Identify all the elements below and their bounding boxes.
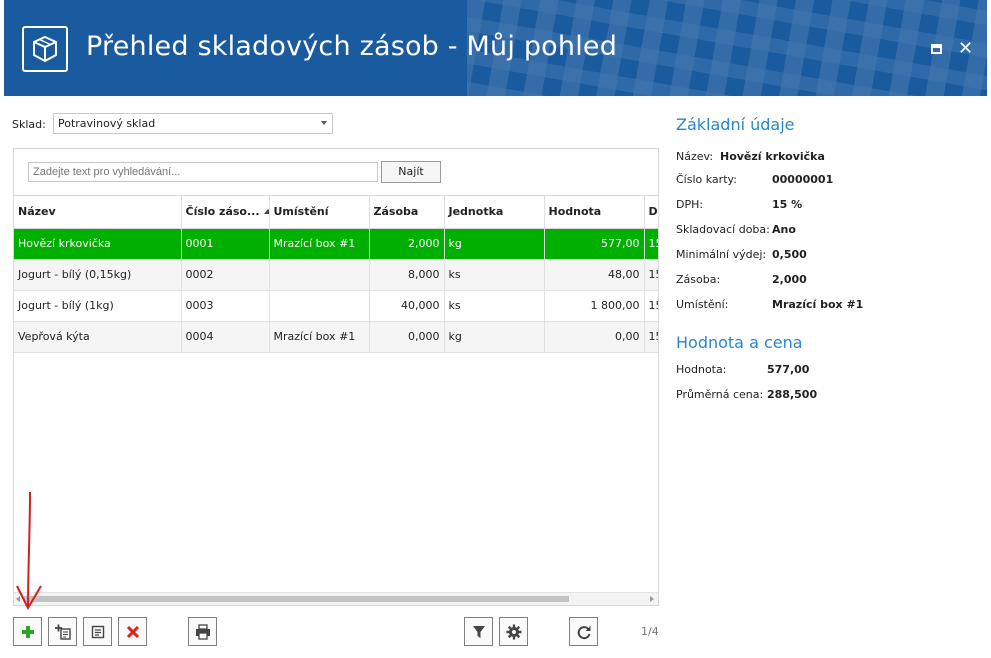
cell-zasoba: 2,000	[369, 228, 445, 260]
delete-icon	[126, 625, 139, 638]
cell-d: 15	[644, 228, 658, 260]
table-row[interactable]: Vepřová kýta 0004 Mrazící box #1 0,000 k…	[14, 321, 658, 353]
cell-jednotka: kg	[444, 321, 545, 353]
scrollbar-thumb[interactable]	[24, 596, 569, 602]
settings-icon	[506, 624, 521, 639]
pager-indicator: 1/4	[641, 625, 659, 638]
cell-d: 15	[644, 321, 658, 353]
detail-label-dph: DPH:	[676, 198, 704, 211]
stock-table: Název Číslo záso... Umístění Zásoba Jedn…	[14, 195, 658, 592]
detail-label-skladovaci-doba: Skladovací doba:	[676, 223, 770, 236]
refresh-button[interactable]	[569, 617, 598, 646]
detail-label-minimalni-vydej: Minimální výdej:	[676, 248, 767, 261]
refresh-icon	[577, 625, 590, 639]
sklad-label: Sklad:	[12, 118, 46, 131]
print-icon	[195, 623, 210, 640]
add-copy-button[interactable]	[48, 617, 77, 646]
column-header-nazev[interactable]: Název	[14, 196, 182, 229]
sklad-select[interactable]: Potravinový sklad	[53, 113, 333, 134]
cell-nazev: Hovězí krkovička	[14, 228, 182, 260]
filter-icon	[472, 625, 485, 638]
cell-umisteni: Mrazící box #1	[269, 321, 370, 353]
detail-label-cislo-karty: Číslo karty:	[676, 173, 737, 186]
grid-panel: Najít Název Číslo záso... Umístění Zásob…	[13, 148, 659, 606]
cell-d: 15	[644, 290, 658, 322]
detail-value-skladovaci-doba: Ano	[772, 223, 796, 236]
cell-umisteni: Mrazící box #1	[269, 228, 370, 260]
column-header-d[interactable]: D	[644, 196, 658, 229]
cell-nazev: Vepřová kýta	[14, 321, 182, 353]
title-bar: Přehled skladových zásob - Můj pohled ✕	[4, 0, 987, 96]
settings-button[interactable]	[499, 617, 528, 646]
cell-d: 15	[644, 259, 658, 291]
horizontal-scrollbar[interactable]	[14, 592, 658, 605]
detail-value-dph: 15 %	[772, 198, 803, 211]
detail-label-umisteni: Umístění:	[676, 298, 729, 311]
value-price-title: Hodnota a cena	[676, 333, 803, 352]
detail-value-prumerna-cena: 288,500	[767, 388, 818, 401]
search-input[interactable]	[28, 162, 378, 182]
filter-button[interactable]	[464, 617, 493, 646]
cell-zasoba: 0,000	[369, 321, 445, 353]
detail-value-nazev: Hovězí krkovička	[720, 150, 825, 163]
cell-nazev: Jogurt - bílý (0,15kg)	[14, 259, 182, 291]
cell-umisteni	[269, 290, 370, 322]
window-title: Přehled skladových zásob - Můj pohled	[86, 31, 618, 62]
cell-nazev: Jogurt - bílý (1kg)	[14, 290, 182, 322]
cell-cislo: 0002	[181, 259, 270, 291]
sklad-select-value: Potravinový sklad	[58, 117, 156, 130]
annotation-arrow-icon	[16, 491, 42, 611]
cell-hodnota: 1 800,00	[544, 290, 645, 322]
detail-value-minimalni-vydej: 0,500	[772, 248, 807, 261]
detail-value-zasoba: 2,000	[772, 273, 807, 286]
detail-label-hodnota: Hodnota:	[676, 363, 727, 376]
cell-cislo: 0001	[181, 228, 270, 260]
column-header-zasoba[interactable]: Zásoba	[369, 196, 445, 229]
cell-jednotka: ks	[444, 290, 545, 322]
cell-hodnota: 48,00	[544, 259, 645, 291]
cell-cislo: 0003	[181, 290, 270, 322]
edit-button[interactable]	[83, 617, 112, 646]
cell-zasoba: 40,000	[369, 290, 445, 322]
detail-value-hodnota: 577,00	[767, 363, 810, 376]
delete-button[interactable]	[118, 617, 147, 646]
cell-hodnota: 0,00	[544, 321, 645, 353]
app-box-icon	[22, 26, 68, 72]
detail-label-zasoba: Zásoba:	[676, 273, 721, 286]
cell-jednotka: kg	[444, 228, 545, 260]
cell-jednotka: ks	[444, 259, 545, 291]
maximize-button[interactable]	[931, 44, 942, 54]
column-header-hodnota[interactable]: Hodnota	[544, 196, 645, 229]
table-row[interactable]: Jogurt - bílý (0,15kg) 0002 8,000 ks 48,…	[14, 259, 658, 291]
table-row[interactable]: Hovězí krkovička 0001 Mrazící box #1 2,0…	[14, 228, 658, 260]
column-header-umisteni[interactable]: Umístění	[269, 196, 370, 229]
table-header-row: Název Číslo záso... Umístění Zásoba Jedn…	[14, 196, 658, 229]
print-button[interactable]	[188, 617, 217, 646]
basic-info-title: Základní údaje	[676, 115, 795, 134]
chevron-down-icon	[321, 121, 327, 125]
detail-label-prumerna-cena: Průměrná cena:	[676, 388, 764, 401]
add-button[interactable]	[13, 617, 42, 646]
column-header-cislo[interactable]: Číslo záso...	[181, 196, 270, 229]
cell-cislo: 0004	[181, 321, 270, 353]
detail-value-cislo-karty: 00000001	[772, 173, 834, 186]
cell-zasoba: 8,000	[369, 259, 445, 291]
close-button[interactable]: ✕	[958, 38, 973, 59]
edit-icon	[91, 625, 104, 638]
add-copy-icon	[54, 624, 71, 640]
column-header-jednotka[interactable]: Jednotka	[444, 196, 545, 229]
sort-ascending-icon	[263, 209, 268, 215]
detail-value-umisteni: Mrazící box #1	[772, 298, 864, 311]
table-row[interactable]: Jogurt - bílý (1kg) 0003 40,000 ks 1 800…	[14, 290, 658, 322]
cell-umisteni	[269, 259, 370, 291]
detail-label-nazev: Název:	[676, 150, 714, 163]
cell-hodnota: 577,00	[544, 228, 645, 260]
find-button[interactable]: Najít	[381, 161, 441, 183]
add-icon	[21, 625, 34, 638]
scroll-right-icon[interactable]	[650, 596, 654, 602]
